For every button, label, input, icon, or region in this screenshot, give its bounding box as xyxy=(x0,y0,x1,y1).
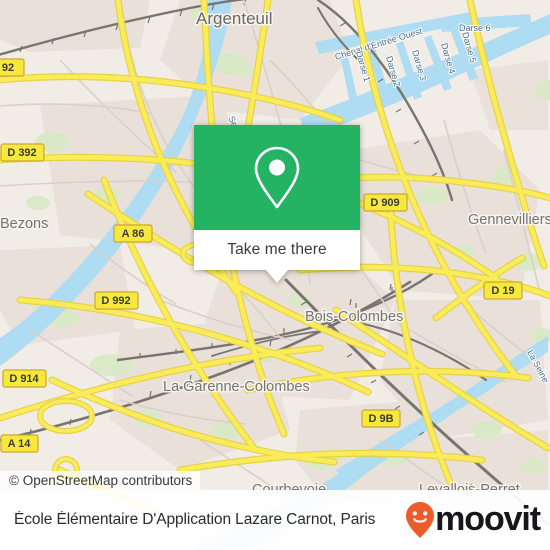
map-pin-icon xyxy=(254,146,300,208)
bottom-bar: École Élémentaire D'Application Lazare C… xyxy=(0,490,550,550)
moovit-wordmark: moovit xyxy=(435,499,541,538)
svg-text:D 19: D 19 xyxy=(491,285,514,297)
svg-text:D 992: D 992 xyxy=(101,295,130,307)
svg-text:Darse 6: Darse 6 xyxy=(459,23,491,33)
take-me-there-label: Take me there xyxy=(227,241,327,258)
svg-text:D 9B: D 9B xyxy=(368,413,393,425)
popup-cta-area[interactable]: Take me there xyxy=(194,230,360,270)
place-popup-card[interactable]: Take me there xyxy=(194,125,360,283)
svg-text:A 14: A 14 xyxy=(8,438,32,450)
svg-text:Argenteuil: Argenteuil xyxy=(196,9,273,28)
svg-text:D 914: D 914 xyxy=(9,373,39,385)
svg-text:D 909: D 909 xyxy=(370,197,399,209)
place-title: École Élémentaire D'Application Lazare C… xyxy=(14,511,376,528)
moovit-pin-icon xyxy=(406,502,435,538)
popup-image-area xyxy=(194,125,360,230)
svg-text:Bois-Colombes: Bois-Colombes xyxy=(305,309,403,325)
popup-tail xyxy=(266,270,288,283)
svg-text:Gennevilliers: Gennevilliers xyxy=(468,212,550,228)
svg-text:D 392: D 392 xyxy=(7,147,36,159)
svg-text:La Garenne-Colombes: La Garenne-Colombes xyxy=(163,379,310,395)
svg-text:Bezons: Bezons xyxy=(0,216,48,232)
svg-text:92: 92 xyxy=(2,62,14,74)
osm-attribution[interactable]: © OpenStreetMap contributors xyxy=(0,471,201,491)
map-app: Chenal d'Entrée Ouest Darse 1 Darse 2 Da… xyxy=(0,0,550,550)
svg-text:A 86: A 86 xyxy=(122,228,145,240)
moovit-logo[interactable]: moovit xyxy=(405,499,541,539)
